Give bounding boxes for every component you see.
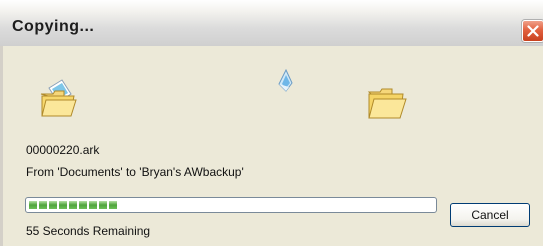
close-button[interactable] — [522, 20, 543, 42]
copy-dialog: Copying... 00000220.ark From 'Documents'… — [0, 0, 543, 246]
progress-block — [99, 201, 107, 209]
progress-block — [79, 201, 87, 209]
destination-folder-icon — [367, 88, 407, 119]
progress-block — [69, 201, 77, 209]
flying-document-icon — [278, 69, 293, 92]
progress-block — [59, 201, 67, 209]
cancel-button[interactable]: Cancel — [450, 203, 530, 227]
progress-block — [49, 201, 57, 209]
copy-source-destination: From 'Documents' to 'Bryan's AWbackup' — [26, 165, 244, 179]
copy-progress-bar — [25, 197, 437, 213]
progress-block — [29, 201, 37, 209]
window-title: Copying... — [12, 18, 95, 35]
time-remaining: 55 Seconds Remaining — [26, 224, 151, 238]
progress-block — [109, 201, 117, 209]
source-folder-icon — [40, 79, 77, 117]
title-bar[interactable]: Copying... — [0, 0, 543, 46]
file-name: 00000220.ark — [26, 143, 100, 157]
progress-block — [39, 201, 47, 209]
window-border — [0, 46, 3, 246]
close-icon — [527, 25, 539, 37]
progress-block — [89, 201, 97, 209]
progress-fill — [29, 201, 117, 209]
